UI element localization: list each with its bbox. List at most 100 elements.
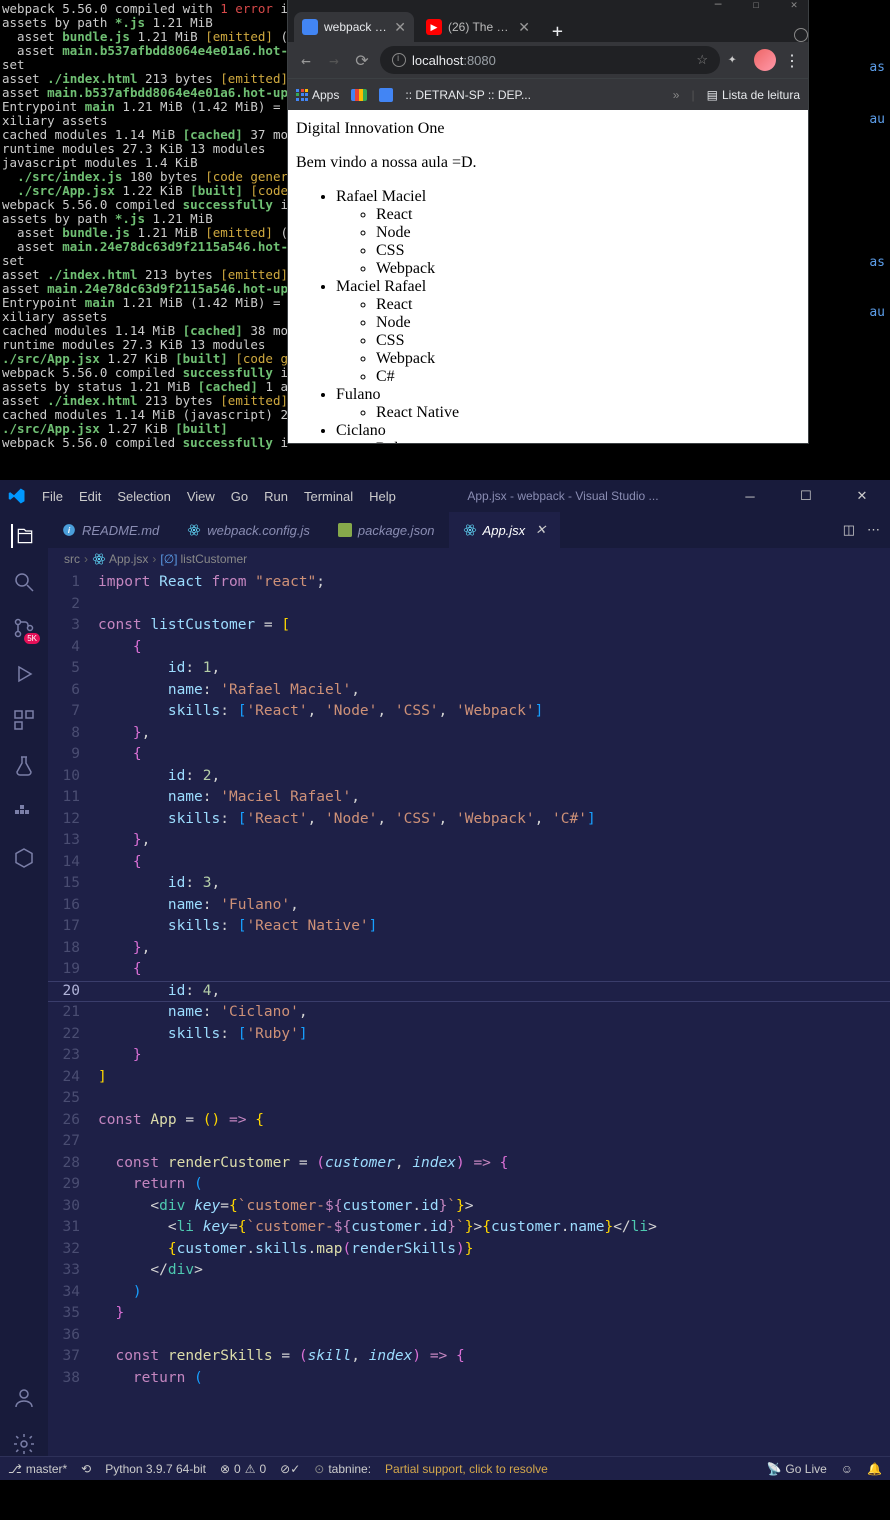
extensions-icon[interactable]: ✦ — [728, 51, 746, 69]
skill-item: React — [376, 206, 800, 224]
editor-tab-app-jsx[interactable]: App.jsx✕ — [449, 512, 561, 548]
customer-list: Rafael MacielReactNodeCSSWebpackMaciel R… — [296, 188, 800, 443]
docker-icon[interactable] — [12, 800, 36, 824]
menu-selection[interactable]: Selection — [117, 489, 170, 504]
testing-icon[interactable] — [12, 754, 36, 778]
python-interpreter[interactable]: Python 3.9.7 64-bit — [105, 1462, 206, 1476]
debug-icon[interactable] — [12, 662, 36, 686]
tabnine-status[interactable]: ⊙ tabnine: — [314, 1462, 371, 1476]
new-tab-button[interactable]: + — [542, 21, 573, 42]
more-actions-icon[interactable]: ⋯ — [867, 522, 880, 538]
menu-terminal[interactable]: Terminal — [304, 489, 353, 504]
editor-tab-webpack-config-js[interactable]: webpack.config.js — [173, 512, 324, 548]
reading-list-button[interactable]: ▤ Lista de leitura — [707, 88, 800, 102]
menu-go[interactable]: Go — [231, 489, 248, 504]
menu-edit[interactable]: Edit — [79, 489, 101, 504]
go-live-button[interactable]: 📡Go Live — [766, 1462, 826, 1476]
tab-close-icon[interactable]: ✕ — [394, 19, 406, 36]
vscode-close-icon[interactable]: ✕ — [842, 488, 882, 504]
breadcrumb[interactable]: src › App.jsx › [∅] listCustomer — [48, 548, 890, 570]
customer-item: Rafael MacielReactNodeCSSWebpack — [336, 188, 800, 278]
chrome-tabstrip: webpack 4 + b✕ ▶ (26) The Dark ✕ + — [288, 8, 808, 42]
address-bar[interactable]: localhost:8080 ☆ — [380, 46, 720, 74]
window-title: App.jsx - webpack - Visual Studio ... — [412, 489, 714, 503]
media-control-icon[interactable] — [794, 28, 808, 42]
search-icon[interactable] — [12, 570, 36, 594]
editor-tab-package-json[interactable]: package.json — [324, 512, 449, 548]
page-content[interactable]: Digital Innovation One Bem vindo a nossa… — [288, 110, 808, 443]
tabnine-message[interactable]: Partial support, click to resolve — [385, 1462, 548, 1476]
profile-avatar[interactable] — [754, 49, 776, 71]
sync-status[interactable]: ⟲ — [81, 1462, 91, 1476]
customer-item: Maciel RafaelReactNodeCSSWebpackC# — [336, 278, 800, 386]
tab-label: webpack.config.js — [207, 523, 310, 538]
vscode-maximize-icon[interactable]: ☐ — [786, 488, 826, 504]
git-branch-status[interactable]: ⎇master* — [8, 1462, 67, 1476]
skill-item: Ruby — [376, 440, 800, 443]
split-editor-icon[interactable]: ◫ — [843, 522, 855, 538]
breadcrumb-symbol[interactable]: [∅] listCustomer — [160, 552, 247, 566]
browser-tab[interactable]: webpack 4 + b✕ — [294, 12, 414, 42]
chrome-titlebar: ─ ☐ ✕ — [288, 0, 808, 8]
account-icon[interactable] — [12, 1386, 36, 1410]
forward-button[interactable]: → — [324, 51, 344, 70]
bookmark-detran[interactable]: :: DETRAN-SP :: DEP... — [405, 88, 531, 102]
chrome-toolbar: ← → ⟳ localhost:8080 ☆ ✦ ⋮ — [288, 42, 808, 78]
source-control-icon[interactable] — [12, 616, 36, 640]
menu-file[interactable]: File — [42, 489, 63, 504]
hexagon-icon[interactable] — [12, 846, 36, 870]
reading-list-label: Lista de leitura — [722, 88, 800, 102]
react-file-icon — [92, 552, 106, 566]
side-annotation: as — [869, 255, 885, 270]
apps-label: Apps — [312, 88, 339, 102]
skill-item: React Native — [376, 404, 800, 422]
menu-view[interactable]: View — [187, 489, 215, 504]
skill-item: C# — [376, 368, 800, 386]
bookmark-star-icon[interactable]: ☆ — [696, 52, 708, 68]
breadcrumb-file[interactable]: App.jsx — [92, 552, 148, 566]
react-file-icon — [463, 523, 477, 537]
page-title: Digital Innovation One — [296, 120, 800, 138]
menu-run[interactable]: Run — [264, 489, 288, 504]
vscode-titlebar: File Edit Selection View Go Run Terminal Help A… — [0, 480, 890, 512]
skill-item: CSS — [376, 332, 800, 350]
editor-tab-readme-md[interactable]: iREADME.md — [48, 512, 173, 548]
bookmarks-overflow-icon[interactable]: » — [673, 88, 680, 102]
activity-bar — [0, 512, 48, 1456]
problems-status[interactable]: ⊗0 ⚠0 — [220, 1462, 266, 1476]
warning-icon: ⚠ — [245, 1462, 256, 1476]
bookmark-icon[interactable] — [379, 88, 393, 102]
vscode-minimize-icon[interactable]: ─ — [730, 489, 770, 504]
breadcrumb-src[interactable]: src — [64, 552, 80, 566]
chrome-menu-icon[interactable]: ⋮ — [784, 51, 800, 70]
tab-title: (26) The Dark — [448, 20, 512, 34]
error-icon: ⊗ — [220, 1462, 230, 1476]
address-text: localhost:8080 — [412, 53, 496, 68]
gmail-icon[interactable] — [351, 89, 367, 101]
bell-icon[interactable]: 🔔 — [867, 1462, 882, 1476]
explorer-icon[interactable] — [11, 524, 35, 548]
code-content[interactable]: import React from "react"; const listCus… — [98, 570, 890, 1456]
apps-shortcut[interactable]: Apps — [296, 88, 339, 102]
reading-list-icon: ▤ — [707, 88, 718, 102]
apps-grid-icon — [296, 89, 308, 101]
code-editor[interactable]: 1234567891011121314151617181920212223242… — [48, 570, 890, 1456]
back-button[interactable]: ← — [296, 51, 316, 70]
site-info-icon[interactable] — [392, 53, 406, 67]
feedback-icon[interactable]: ☺ — [841, 1462, 853, 1476]
youtube-favicon-icon: ▶ — [426, 19, 442, 35]
prettier-status[interactable]: ⊘✓ — [280, 1462, 300, 1476]
extensions-panel-icon[interactable] — [12, 708, 36, 732]
settings-gear-icon[interactable] — [12, 1432, 36, 1456]
menu-help[interactable]: Help — [369, 489, 396, 504]
status-bar: ⎇master* ⟲ Python 3.9.7 64-bit ⊗0 ⚠0 ⊘✓ … — [0, 1456, 890, 1480]
tab-close-icon[interactable]: ✕ — [535, 522, 546, 538]
skill-item: React — [376, 296, 800, 314]
skill-item: Node — [376, 314, 800, 332]
tab-close-icon[interactable]: ✕ — [518, 19, 530, 36]
browser-tab[interactable]: ▶ (26) The Dark ✕ — [418, 12, 538, 42]
tab-label: README.md — [82, 523, 159, 538]
reload-button[interactable]: ⟳ — [352, 51, 372, 70]
bookmarks-bar: Apps :: DETRAN-SP :: DEP... » | ▤ Lista … — [288, 78, 808, 110]
line-numbers: 1234567891011121314151617181920212223242… — [48, 570, 98, 1456]
